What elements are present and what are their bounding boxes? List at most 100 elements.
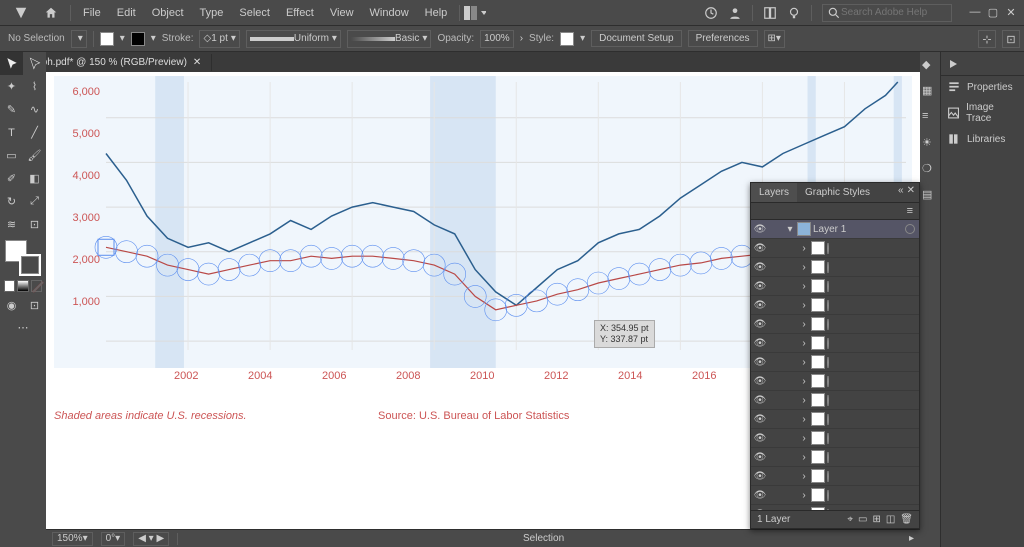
layers-tab[interactable]: Layers [751, 183, 797, 202]
expand-toggle[interactable]: › [799, 452, 809, 463]
arrange-icon[interactable] [763, 6, 777, 20]
visibility-toggle[interactable]: 👁 [751, 357, 769, 368]
color-mode[interactable] [4, 280, 15, 292]
symbols-panel-icon[interactable]: ☀ [922, 136, 938, 152]
layer-row[interactable]: 👁 › [751, 448, 919, 467]
type-tool[interactable]: T [0, 121, 23, 144]
expand-toggle[interactable]: › [799, 357, 809, 368]
magic-wand-tool[interactable]: ✦ [0, 75, 23, 98]
new-layer-icon[interactable]: ◫ [886, 514, 895, 525]
visibility-toggle[interactable]: 👁 [751, 395, 769, 406]
visibility-toggle[interactable]: 👁 [751, 433, 769, 444]
maximize-button[interactable]: ▢ [986, 6, 1000, 19]
brush-def[interactable]: Basic▾ [347, 30, 431, 48]
line-tool[interactable]: ╱ [23, 121, 46, 144]
expand-toggle[interactable]: › [799, 490, 809, 501]
layers-panel[interactable]: Layers Graphic Styles «✕ ≡ 👁 ▾ Layer 1 👁… [750, 182, 920, 529]
help-search[interactable] [822, 4, 952, 22]
visibility-toggle[interactable]: 👁 [751, 338, 769, 349]
snap-icon[interactable]: ⊹ [978, 30, 996, 48]
user-icon[interactable] [728, 6, 742, 20]
expand-toggle[interactable]: › [799, 281, 809, 292]
stroke-panel-icon[interactable]: ❍ [922, 162, 938, 178]
curvature-tool[interactable]: ∿ [23, 98, 46, 121]
opacity-value[interactable]: 100% [480, 30, 514, 48]
home-icon[interactable] [44, 6, 58, 20]
draw-mode[interactable]: ◉ [0, 294, 23, 317]
swatches-panel-icon[interactable]: ▦ [922, 84, 938, 100]
graphic-styles-tab[interactable]: Graphic Styles [797, 183, 878, 202]
transform-icon[interactable]: ⊡ [1002, 30, 1020, 48]
menu-object[interactable]: Object [144, 3, 192, 23]
direct-selection-tool[interactable] [23, 52, 46, 75]
close-button[interactable]: ✕ [1004, 6, 1018, 19]
visibility-toggle[interactable]: 👁 [751, 262, 769, 273]
expand-toggle[interactable]: › [799, 300, 809, 311]
delete-layer-icon[interactable]: 🗑 [900, 514, 913, 525]
panel-close-icon[interactable]: ✕ [907, 185, 915, 196]
expand-toggle[interactable]: › [799, 395, 809, 406]
free-transform-tool[interactable]: ⊡ [23, 213, 46, 236]
expand-toggle[interactable]: › [799, 433, 809, 444]
visibility-toggle[interactable]: 👁 [751, 300, 769, 311]
layer-row[interactable]: 👁 › [751, 239, 919, 258]
rectangle-tool[interactable]: ▭ [0, 144, 23, 167]
visibility-toggle[interactable]: 👁 [751, 509, 769, 511]
visibility-toggle[interactable]: 👁 [751, 376, 769, 387]
stroke-box[interactable] [19, 254, 41, 276]
paintbrush-tool[interactable]: 🖌 [23, 144, 46, 167]
layer-row[interactable]: 👁 › [751, 429, 919, 448]
shaper-tool[interactable]: ✐ [0, 167, 23, 190]
expand-toggle[interactable]: › [799, 471, 809, 482]
color-panel-icon[interactable]: ◆ [922, 58, 938, 74]
rotate-view[interactable]: 0° ▾ [101, 532, 126, 546]
properties-tab[interactable]: Properties [941, 76, 1024, 98]
none-mode[interactable] [31, 280, 42, 292]
visibility-toggle[interactable]: 👁 [751, 224, 769, 235]
menu-type[interactable]: Type [192, 3, 232, 23]
expand-toggle[interactable]: › [799, 509, 809, 511]
zoom-level[interactable]: 150% ▾ [52, 532, 93, 546]
workspace-switcher[interactable] [464, 6, 486, 20]
visibility-toggle[interactable]: 👁 [751, 281, 769, 292]
menu-help[interactable]: Help [417, 3, 456, 23]
selection-tool[interactable] [0, 52, 23, 75]
layer-row[interactable]: 👁 › [751, 353, 919, 372]
layer-row[interactable]: 👁 › [751, 467, 919, 486]
pen-tool[interactable]: ✎ [0, 98, 23, 121]
expand-toggle[interactable]: › [799, 338, 809, 349]
bulb-icon[interactable] [787, 6, 801, 20]
layer-row[interactable]: 👁 › [751, 258, 919, 277]
stroke-weight[interactable]: ◇ 1 pt▾ [199, 30, 239, 48]
play-icon[interactable] [947, 58, 959, 70]
stroke-profile[interactable]: Uniform▾ [246, 30, 341, 48]
expand-toggle[interactable]: › [799, 376, 809, 387]
artboard-nav[interactable]: ◀ ▾ ▶ [133, 532, 169, 546]
expand-toggle[interactable]: › [799, 414, 809, 425]
edit-toolbar[interactable]: ⋯ [0, 317, 46, 334]
brushes-panel-icon[interactable]: ≡ [922, 110, 938, 126]
gradient-panel-icon[interactable]: ▤ [922, 188, 938, 204]
align-dropdown[interactable]: ⊞▾ [764, 30, 785, 48]
stroke-swatch[interactable] [131, 32, 145, 46]
visibility-toggle[interactable]: 👁 [751, 243, 769, 254]
panel-menu-icon[interactable]: ≡ [907, 205, 913, 217]
selection-dropdown[interactable]: ▾ [71, 30, 87, 48]
rotate-tool[interactable]: ↻ [0, 190, 23, 213]
panel-collapse-icon[interactable]: « [898, 185, 904, 196]
new-sublayer-icon[interactable]: ⊞ [872, 514, 880, 525]
expand-toggle[interactable]: › [799, 262, 809, 273]
help-search-input[interactable] [841, 7, 941, 18]
style-swatch[interactable] [560, 32, 574, 46]
menu-select[interactable]: Select [231, 3, 278, 23]
fill-swatch[interactable] [100, 32, 114, 46]
locate-layer-icon[interactable]: ⌖ [847, 514, 853, 525]
visibility-toggle[interactable]: 👁 [751, 452, 769, 463]
visibility-toggle[interactable]: 👁 [751, 490, 769, 501]
minimize-button[interactable]: — [968, 6, 982, 19]
sync-icon[interactable] [704, 6, 718, 20]
fill-stroke-control[interactable] [5, 240, 41, 276]
document-setup-button[interactable]: Document Setup [591, 30, 682, 47]
expand-toggle[interactable]: ▾ [785, 224, 795, 235]
lasso-tool[interactable]: ⌇ [23, 75, 46, 98]
